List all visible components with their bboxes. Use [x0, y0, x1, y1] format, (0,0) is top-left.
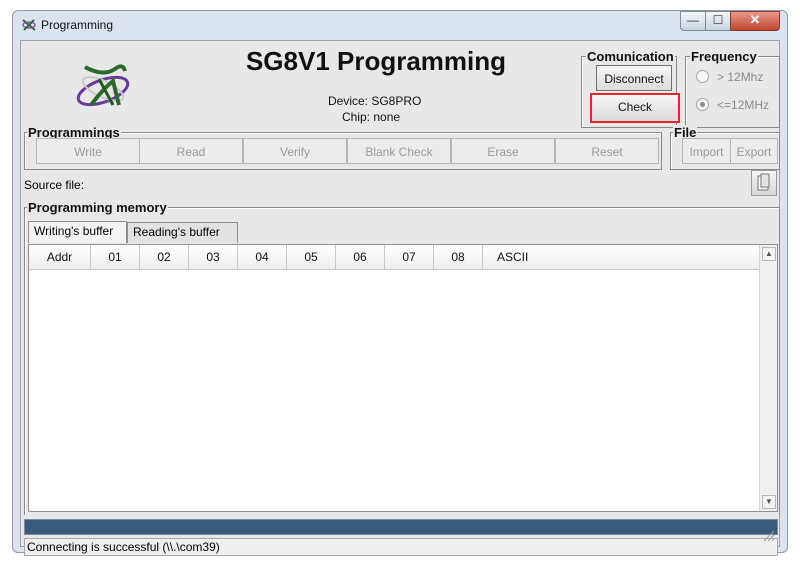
export-button[interactable]: Export — [730, 138, 778, 164]
frequency-group: Frequency > 12Mhz <=12MHz — [685, 49, 780, 128]
import-button[interactable]: Import — [682, 138, 731, 164]
memory-table: Addr 01 02 03 04 05 06 07 08 ASCII ▲ ▼ — [28, 244, 778, 512]
write-button[interactable]: Write — [36, 138, 140, 164]
freq-option-low-label: <=12MHz — [717, 98, 770, 112]
erase-button[interactable]: Erase — [451, 138, 555, 164]
disconnect-button[interactable]: Disconnect — [596, 65, 672, 91]
progress-bar — [24, 519, 778, 535]
column-header[interactable]: 05 — [287, 245, 336, 270]
close-icon: ✕ — [749, 12, 761, 27]
radio-unchecked-icon — [696, 70, 709, 83]
file-group: File Import Export — [670, 125, 780, 170]
app-icon — [22, 19, 36, 31]
scroll-up-icon[interactable]: ▲ — [762, 247, 776, 261]
status-message: Connecting is successful (\\.\com39) — [27, 540, 220, 554]
chip-label: Chip: none — [342, 110, 401, 124]
programming-memory-label: Programming memory — [27, 200, 168, 215]
freq-option-high-label: > 12Mhz — [717, 70, 764, 84]
frequency-label: Frequency — [690, 49, 758, 64]
device-label: Device: SG8PRO — [328, 94, 422, 108]
minimize-button[interactable]: — — [680, 11, 706, 31]
resize-grip-icon[interactable] — [763, 530, 775, 542]
tab-writing-buffer[interactable]: Writing's buffer — [28, 221, 127, 243]
reset-button[interactable]: Reset — [555, 138, 659, 164]
programmings-group: Programmings Write Read Verify Blank Che… — [24, 125, 662, 170]
title-bar[interactable]: Programming — ☐ ✕ — [13, 11, 787, 39]
sg8-logo — [76, 64, 130, 107]
browse-source-button[interactable] — [751, 170, 777, 196]
tab-reading-buffer[interactable]: Reading's buffer — [127, 222, 238, 243]
column-header[interactable]: 01 — [91, 245, 140, 270]
communication-group: Comunication Disconnect Check — [581, 49, 680, 128]
column-header[interactable]: 08 — [434, 245, 483, 270]
app-window: Programming — ☐ ✕ SG8V1 Programming Devi… — [12, 10, 788, 556]
check-button[interactable]: Check — [590, 93, 680, 123]
communication-label: Comunication — [586, 49, 675, 64]
radio-checked-icon — [696, 98, 709, 111]
close-button[interactable]: ✕ — [730, 11, 780, 31]
app-title: SG8V1 Programming — [245, 46, 507, 76]
column-header[interactable]: 07 — [385, 245, 434, 270]
vertical-scrollbar[interactable]: ▲ ▼ — [759, 245, 777, 511]
maximize-button[interactable]: ☐ — [705, 11, 731, 31]
column-header[interactable]: 06 — [336, 245, 385, 270]
column-header[interactable]: 04 — [238, 245, 287, 270]
folder-icon — [757, 173, 770, 191]
freq-option-low[interactable]: <=12MHz — [696, 98, 769, 112]
column-header[interactable]: 02 — [140, 245, 189, 270]
column-header[interactable]: Addr — [29, 245, 91, 270]
read-button[interactable]: Read — [139, 138, 243, 164]
verify-button[interactable]: Verify — [243, 138, 347, 164]
minimize-icon: — — [687, 13, 699, 27]
status-bar: Connecting is successful (\\.\com39) — [24, 538, 778, 556]
column-header[interactable]: 03 — [189, 245, 238, 270]
freq-option-high[interactable]: > 12Mhz — [696, 70, 763, 84]
window-title: Programming — [41, 18, 114, 32]
scroll-down-icon[interactable]: ▼ — [762, 495, 776, 509]
blank-check-button[interactable]: Blank Check — [347, 138, 451, 164]
maximize-icon: ☐ — [712, 13, 724, 27]
client-area: SG8V1 Programming Device: SG8PRO Chip: n… — [20, 40, 780, 556]
source-file-label: Source file: — [24, 178, 85, 192]
column-header[interactable]: ASCII — [483, 245, 760, 270]
